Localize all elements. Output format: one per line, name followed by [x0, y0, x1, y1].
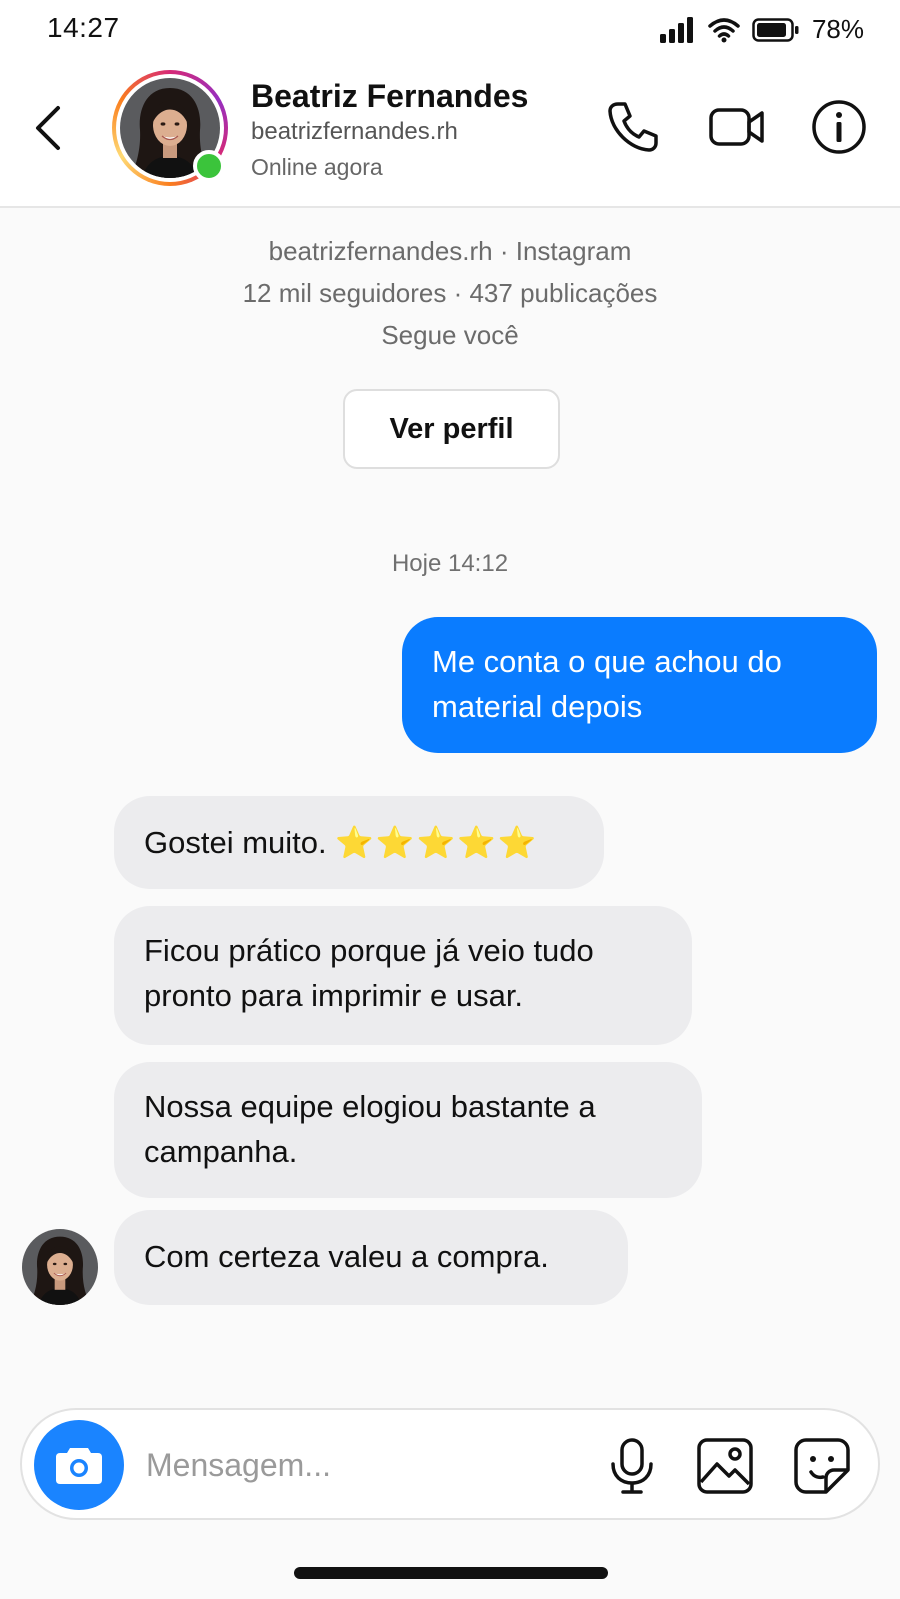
contact-username[interactable]: beatrizfernandes.rh — [251, 118, 458, 146]
stars-emoji: ⭐⭐⭐⭐⭐ — [335, 825, 539, 860]
message-text: Gostei muito. — [144, 825, 327, 860]
signal-icon — [659, 16, 693, 43]
message-input[interactable] — [146, 1436, 576, 1494]
wifi-icon — [708, 17, 740, 42]
video-camera-icon[interactable] — [708, 98, 766, 156]
view-profile-button[interactable]: Ver perfil — [343, 389, 560, 469]
incoming-message[interactable]: Ficou prático porque já veio tudo pronto… — [114, 906, 692, 1045]
incoming-message[interactable]: Nossa equipe elogiou bastante a campanha… — [114, 1062, 702, 1198]
message-text: Me conta o que achou do material depois — [432, 644, 782, 724]
status-time: 14:27 — [47, 12, 120, 43]
phone-icon[interactable] — [604, 98, 662, 156]
message-text: Nossa equipe elogiou bastante a campanha… — [144, 1089, 596, 1169]
outgoing-message[interactable]: Me conta o que achou do material depois — [402, 617, 877, 753]
sticker-icon[interactable] — [792, 1436, 852, 1496]
chat-timestamp: Hoje 14:12 — [391, 550, 509, 577]
battery-percent: 78% — [811, 14, 864, 44]
contact-name[interactable]: Beatriz Fernandes — [251, 78, 528, 115]
status-bar: 14:27 78% — [0, 0, 900, 62]
contact-status: Online agora — [251, 154, 383, 180]
online-indicator — [193, 150, 225, 182]
camera-icon — [56, 1448, 102, 1484]
camera-button[interactable] — [34, 1420, 124, 1510]
status-icons: 78% — [659, 14, 864, 45]
profile-follows-you: Segue você — [381, 320, 519, 350]
microphone-icon[interactable] — [602, 1436, 662, 1496]
incoming-message[interactable]: Gostei muito. ⭐⭐⭐⭐⭐ — [114, 796, 604, 889]
profile-summary: beatrizfernandes.rh · Instagram 12 mil s… — [0, 230, 900, 356]
profile-stats-line: 12 mil seguidores · 437 publicações — [242, 278, 658, 308]
battery-icon — [752, 17, 799, 42]
incoming-message[interactable]: Com certeza valeu a compra. — [114, 1210, 628, 1305]
profile-handle-line: beatrizfernandes.rh · Instagram — [268, 236, 632, 266]
message-composer — [20, 1408, 880, 1520]
message-text: Ficou prático porque já veio tudo pronto… — [144, 933, 594, 1013]
home-indicator[interactable] — [294, 1567, 608, 1579]
gallery-icon[interactable] — [695, 1436, 755, 1496]
chat-header: Beatriz Fernandes beatrizfernandes.rh On… — [0, 62, 900, 208]
sender-avatar[interactable] — [22, 1229, 98, 1305]
info-icon[interactable] — [810, 98, 868, 156]
message-text: Com certeza valeu a compra. — [144, 1239, 549, 1274]
back-icon[interactable] — [30, 102, 70, 154]
